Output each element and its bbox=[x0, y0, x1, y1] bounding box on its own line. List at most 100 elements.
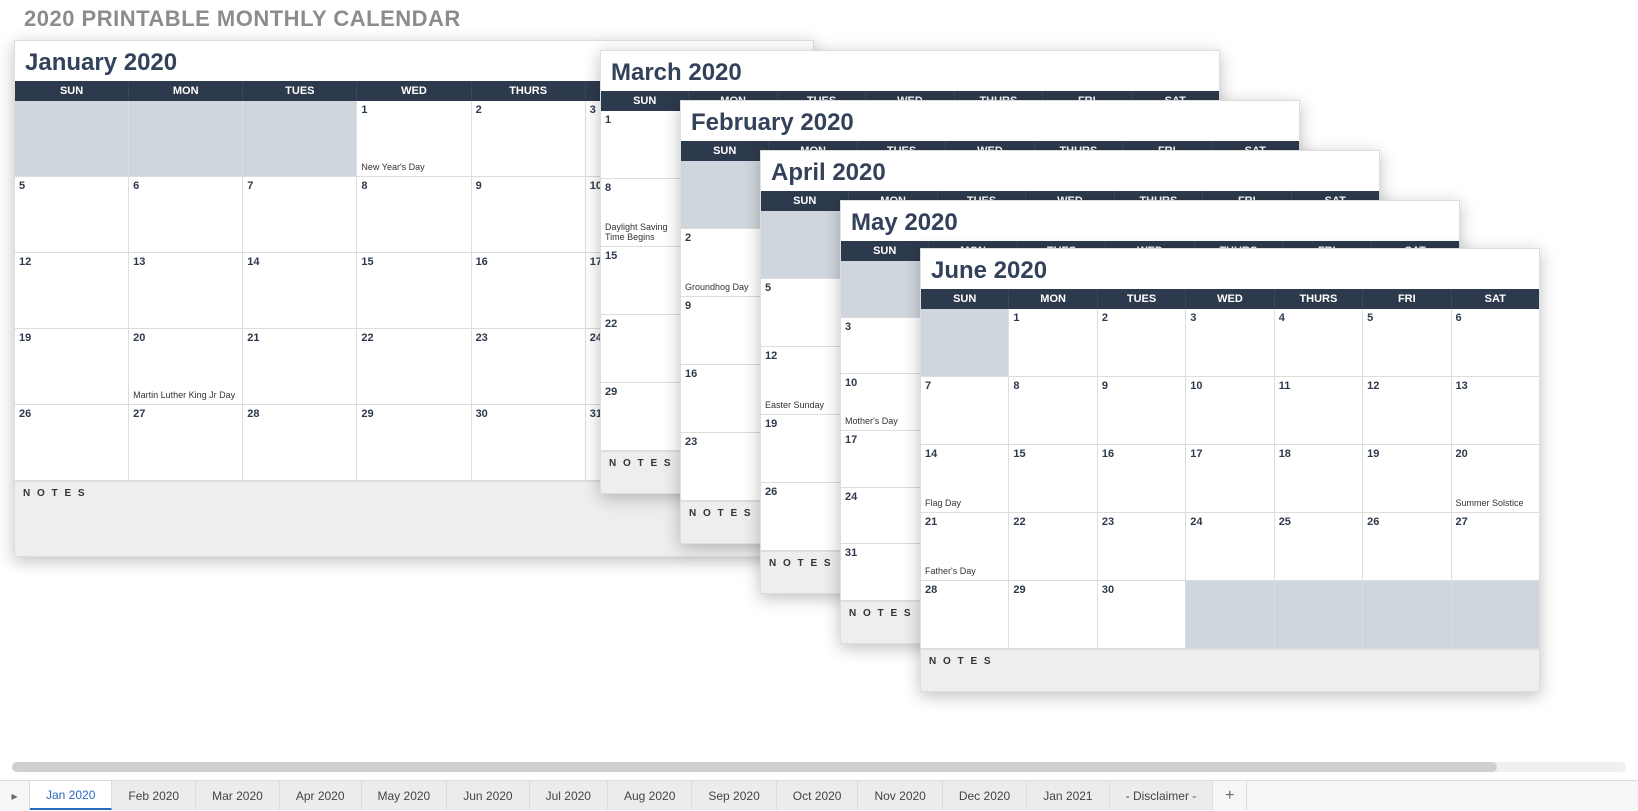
sheet-tab[interactable]: Mar 2020 bbox=[196, 781, 280, 810]
calendar-cell[interactable]: 17 bbox=[1186, 445, 1274, 513]
calendar-cell[interactable]: 1 bbox=[601, 111, 689, 179]
calendar-cell[interactable]: 2 bbox=[472, 101, 586, 177]
calendar-cell[interactable]: 19 bbox=[761, 415, 849, 483]
calendar-cell[interactable]: 16 bbox=[681, 365, 769, 433]
sheet-tab[interactable]: Nov 2020 bbox=[858, 781, 942, 810]
calendar-cell[interactable]: 15 bbox=[1009, 445, 1097, 513]
day-number: 15 bbox=[361, 256, 373, 268]
calendar-cell[interactable]: 28 bbox=[243, 405, 357, 481]
calendar-cell[interactable]: 10Mother's Day bbox=[841, 374, 929, 431]
calendar-cell[interactable]: 9 bbox=[681, 297, 769, 365]
calendar-cell[interactable]: 7 bbox=[921, 377, 1009, 445]
calendar-cell[interactable]: 19 bbox=[15, 329, 129, 405]
calendar-cell[interactable]: 9 bbox=[472, 177, 586, 253]
calendar-cell[interactable]: 29 bbox=[601, 383, 689, 451]
calendar-cell[interactable]: 1New Year's Day bbox=[357, 101, 471, 177]
calendar-cell[interactable]: 13 bbox=[129, 253, 243, 329]
calendar-cell[interactable]: 4 bbox=[1275, 309, 1363, 377]
sheet-tab[interactable]: Jan 2021 bbox=[1027, 781, 1109, 810]
horizontal-scrollbar[interactable] bbox=[12, 762, 1626, 772]
calendar-cell[interactable]: 22 bbox=[601, 315, 689, 383]
sheet-tab[interactable]: Feb 2020 bbox=[112, 781, 196, 810]
calendar-cell[interactable]: 12Easter Sunday bbox=[761, 347, 849, 415]
calendar-cell[interactable]: 2 bbox=[1098, 309, 1186, 377]
calendar-cell[interactable]: 5 bbox=[15, 177, 129, 253]
calendar-cell[interactable]: 20Summer Solstice bbox=[1452, 445, 1539, 513]
sheet-tab[interactable]: May 2020 bbox=[362, 781, 448, 810]
calendar-cell[interactable]: 29 bbox=[357, 405, 471, 481]
calendar-cell[interactable]: 3 bbox=[841, 318, 929, 375]
event-label: Daylight Saving Time Begins bbox=[605, 223, 684, 243]
sheet-tab[interactable]: Sep 2020 bbox=[692, 781, 776, 810]
calendar-cell[interactable]: 9 bbox=[1098, 377, 1186, 445]
calendar-cell[interactable]: 29 bbox=[1009, 581, 1097, 649]
calendar-cell[interactable]: 15 bbox=[357, 253, 471, 329]
calendar-cell[interactable]: 16 bbox=[472, 253, 586, 329]
calendar-cell[interactable]: 22 bbox=[357, 329, 471, 405]
calendar-cell[interactable]: 1 bbox=[1009, 309, 1097, 377]
calendar-cell[interactable]: 3 bbox=[1186, 309, 1274, 377]
calendar-cell[interactable]: 2Groundhog Day bbox=[681, 229, 769, 297]
calendar-cell[interactable]: 26 bbox=[761, 483, 849, 551]
calendar-cell[interactable]: 8 bbox=[1009, 377, 1097, 445]
calendar-cell[interactable]: 25 bbox=[1275, 513, 1363, 581]
calendar-cell[interactable]: 7 bbox=[243, 177, 357, 253]
calendar-cell[interactable]: 15 bbox=[601, 247, 689, 315]
sheet-tab[interactable]: Apr 2020 bbox=[280, 781, 362, 810]
calendar-cell[interactable]: 5 bbox=[1363, 309, 1451, 377]
calendar-cell[interactable]: 14Flag Day bbox=[921, 445, 1009, 513]
sheet-tab[interactable]: Jul 2020 bbox=[530, 781, 608, 810]
dow-cell: WED bbox=[1186, 289, 1274, 309]
calendar-cell[interactable]: 14 bbox=[243, 253, 357, 329]
calendar-cell[interactable]: 28 bbox=[921, 581, 1009, 649]
dow-header: SUNMONTUESWEDTHURSFRISAT bbox=[921, 289, 1539, 309]
day-number: 16 bbox=[476, 256, 488, 268]
calendar-cell[interactable]: 22 bbox=[1009, 513, 1097, 581]
day-number: 27 bbox=[1456, 516, 1468, 528]
sheet-tab[interactable]: Dec 2020 bbox=[943, 781, 1027, 810]
calendar-cell[interactable]: 8Daylight Saving Time Begins bbox=[601, 179, 689, 247]
calendar-cell[interactable]: 6 bbox=[129, 177, 243, 253]
sheet-tab[interactable]: Jun 2020 bbox=[447, 781, 529, 810]
add-sheet-button[interactable]: + bbox=[1213, 781, 1247, 810]
calendar-cell[interactable]: 10 bbox=[1186, 377, 1274, 445]
month-title: April 2020 bbox=[761, 151, 1379, 191]
day-number: 5 bbox=[19, 180, 25, 192]
calendar-cell[interactable]: 17 bbox=[841, 431, 929, 488]
horizontal-scrollbar-thumb[interactable] bbox=[12, 762, 1497, 772]
calendar-cell[interactable]: 5 bbox=[761, 279, 849, 347]
calendar-cell[interactable]: 23 bbox=[1098, 513, 1186, 581]
tab-nav-play-icon[interactable]: ▸ bbox=[0, 781, 30, 810]
calendar-cell[interactable]: 11 bbox=[1275, 377, 1363, 445]
calendar-cell[interactable]: 26 bbox=[1363, 513, 1451, 581]
calendar-cell[interactable]: 24 bbox=[1186, 513, 1274, 581]
calendar-cell[interactable]: 23 bbox=[472, 329, 586, 405]
dow-cell: SUN bbox=[601, 91, 689, 111]
calendar-cell[interactable]: 13 bbox=[1452, 377, 1539, 445]
notes-section[interactable]: N O T E S bbox=[921, 649, 1539, 691]
calendar-cell[interactable]: 20Martin Luther King Jr Day bbox=[129, 329, 243, 405]
sheet-tab[interactable]: - Disclaimer - bbox=[1110, 781, 1214, 810]
sheet-tab[interactable]: Aug 2020 bbox=[608, 781, 692, 810]
calendar-cell[interactable]: 30 bbox=[472, 405, 586, 481]
sheet-tab[interactable]: Jan 2020 bbox=[30, 781, 112, 810]
calendar-cell[interactable]: 6 bbox=[1452, 309, 1539, 377]
calendar-cell[interactable]: 19 bbox=[1363, 445, 1451, 513]
calendar-cell[interactable]: 18 bbox=[1275, 445, 1363, 513]
calendar-cell[interactable]: 21Father's Day bbox=[921, 513, 1009, 581]
sheet-tab[interactable]: Oct 2020 bbox=[777, 781, 859, 810]
calendar-cell[interactable]: 16 bbox=[1098, 445, 1186, 513]
calendar-cell[interactable]: 27 bbox=[129, 405, 243, 481]
calendar-cell[interactable]: 31 bbox=[841, 544, 929, 601]
calendar-cell[interactable]: 27 bbox=[1452, 513, 1539, 581]
calendar-cell[interactable]: 24 bbox=[841, 488, 929, 545]
calendar-cell bbox=[243, 101, 357, 177]
calendar-cell[interactable]: 8 bbox=[357, 177, 471, 253]
calendar-cell[interactable]: 30 bbox=[1098, 581, 1186, 649]
calendar-cell[interactable]: 12 bbox=[1363, 377, 1451, 445]
day-number: 24 bbox=[1190, 516, 1202, 528]
calendar-cell[interactable]: 21 bbox=[243, 329, 357, 405]
calendar-cell[interactable]: 26 bbox=[15, 405, 129, 481]
calendar-cell[interactable]: 23 bbox=[681, 433, 769, 501]
calendar-cell[interactable]: 12 bbox=[15, 253, 129, 329]
